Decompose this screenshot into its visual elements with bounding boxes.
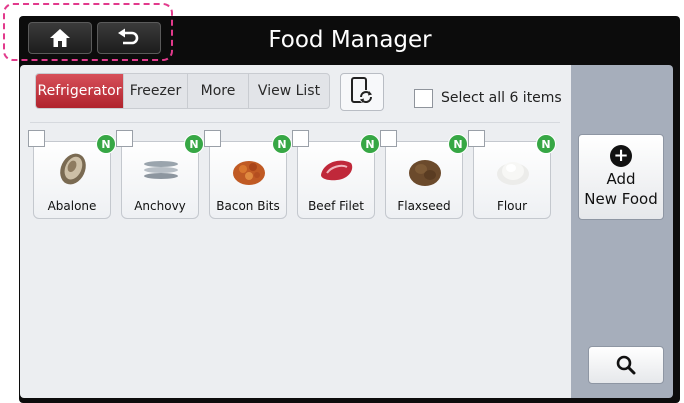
item-checkbox[interactable] — [468, 130, 485, 147]
page-title: Food Manager — [268, 27, 432, 53]
food-item-beef-filet[interactable]: N Beef Filet — [292, 130, 380, 219]
new-badge: N — [272, 134, 292, 154]
phone-sync-button[interactable] — [340, 73, 384, 111]
storage-tabs: Refrigerator Freezer More View List — [35, 73, 330, 109]
select-all-label: Select all 6 items — [441, 90, 562, 106]
beef-filet-icon — [321, 160, 353, 181]
item-checkbox[interactable] — [380, 130, 397, 147]
tab-refrigerator[interactable]: Refrigerator — [36, 74, 124, 108]
food-name: Anchovy — [134, 199, 186, 213]
add-button-line2: New Food — [584, 190, 658, 208]
food-name: Bacon Bits — [216, 199, 280, 213]
food-item-anchovy[interactable]: N Anchovy — [116, 130, 204, 219]
item-checkbox[interactable] — [116, 130, 133, 147]
add-new-food-button[interactable]: + Add New Food — [578, 134, 664, 220]
food-name: Beef Filet — [308, 199, 364, 213]
food-name: Flaxseed — [397, 199, 451, 213]
anchovy-icon — [144, 161, 178, 179]
flour-icon — [497, 162, 529, 185]
phone-sync-icon — [351, 77, 373, 104]
bacon-bits-icon — [233, 161, 265, 185]
abalone-icon — [60, 153, 86, 185]
new-badge: N — [96, 134, 116, 154]
home-icon — [50, 29, 70, 47]
tab-view-list[interactable]: View List — [249, 74, 329, 108]
home-button[interactable] — [28, 22, 92, 54]
select-all-option[interactable]: Select all 6 items — [414, 86, 562, 110]
item-checkbox[interactable] — [28, 130, 45, 147]
flaxseed-icon — [409, 160, 441, 186]
divider — [30, 122, 560, 123]
new-badge: N — [360, 134, 380, 154]
select-all-checkbox[interactable] — [414, 88, 433, 108]
add-button-line1: Add — [606, 170, 636, 188]
new-badge: N — [448, 134, 468, 154]
food-item-bacon-bits[interactable]: N Bacon Bits — [204, 130, 292, 219]
food-item-flour[interactable]: N Flour — [468, 130, 556, 219]
back-arrow-icon — [118, 28, 139, 45]
tab-more[interactable]: More — [188, 74, 249, 108]
food-name: Flour — [496, 199, 528, 213]
food-item-abalone[interactable]: N Abalone — [28, 130, 116, 219]
back-button[interactable] — [97, 22, 161, 54]
item-checkbox[interactable] — [204, 130, 221, 147]
food-item-flaxseed[interactable]: N Flaxseed — [380, 130, 468, 219]
new-badge: N — [536, 134, 556, 154]
search-icon — [616, 355, 636, 375]
search-button[interactable] — [588, 346, 664, 384]
new-badge: N — [184, 134, 204, 154]
tab-freezer[interactable]: Freezer — [124, 74, 188, 108]
plus-circle-icon: + — [610, 145, 632, 167]
content-panel — [20, 65, 571, 398]
food-name: Abalone — [47, 199, 97, 213]
item-checkbox[interactable] — [292, 130, 309, 147]
